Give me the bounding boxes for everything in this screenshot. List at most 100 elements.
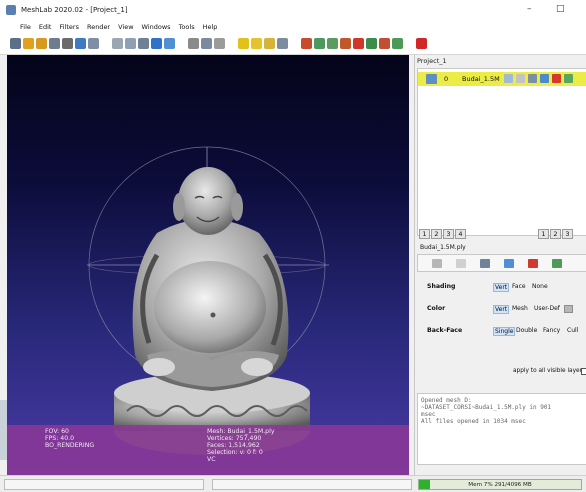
color-mesh-button[interactable]: Mesh xyxy=(512,305,528,312)
memory-meter: Mem 7% 291/4096 MB xyxy=(418,479,582,490)
layer-flat-icon[interactable] xyxy=(528,74,537,83)
decorator-tabs-right: 1 2 3 xyxy=(538,229,574,239)
edit-tool-5-icon[interactable] xyxy=(353,38,364,49)
bbox-icon[interactable] xyxy=(88,38,99,49)
tab-4[interactable]: 4 xyxy=(455,229,466,239)
layer-points-icon[interactable] xyxy=(504,74,513,83)
window-title: MeshLab 2020.02 - [Project_1] xyxy=(21,6,128,14)
flat-lines-icon[interactable] xyxy=(138,38,149,49)
menu-bar: File Edit Filters Render View Windows To… xyxy=(0,20,586,33)
wire-mode-icon[interactable] xyxy=(480,259,490,268)
3d-viewport[interactable]: FOV: 60 FPS: 40.0 BO_RENDERING Mesh: Bud… xyxy=(7,55,409,475)
texture-mode-icon[interactable] xyxy=(528,259,538,268)
apply-all-label: apply to all visible layers xyxy=(513,368,586,374)
smooth-icon[interactable] xyxy=(164,38,175,49)
menu-edit[interactable]: Edit xyxy=(39,23,52,31)
backface-double-button[interactable]: Double xyxy=(516,327,537,334)
tab-right-1[interactable]: 1 xyxy=(538,229,549,239)
lighting-icon[interactable] xyxy=(188,38,199,49)
flat-icon[interactable] xyxy=(151,38,162,49)
shading-label: Shading xyxy=(427,283,456,290)
snapshot-icon[interactable] xyxy=(75,38,86,49)
wireframe-icon[interactable] xyxy=(125,38,136,49)
menu-view[interactable]: View xyxy=(118,23,133,31)
shading-face-button[interactable]: Face xyxy=(512,283,526,290)
info-overlay: FOV: 60 FPS: 40.0 BO_RENDERING Mesh: Bud… xyxy=(7,425,409,475)
render-mode-readout: BO_RENDERING xyxy=(45,442,95,449)
meshlab-window: MeshLab 2020.02 - [Project_1] – □ File E… xyxy=(0,0,586,492)
bbox-mode-icon[interactable] xyxy=(432,259,442,268)
fill-mode-icon[interactable] xyxy=(504,259,514,268)
layer-list: 0 Budai_1.5M xyxy=(417,68,586,236)
edit-tool-7-icon[interactable] xyxy=(379,38,390,49)
tab-right-2[interactable]: 2 xyxy=(550,229,561,239)
status-message-area xyxy=(4,479,204,490)
reload-icon[interactable] xyxy=(49,38,60,49)
menu-tools[interactable]: Tools xyxy=(179,23,195,31)
shading-none-button[interactable]: None xyxy=(532,283,548,290)
statue-head xyxy=(178,167,238,235)
tab-1[interactable]: 1 xyxy=(419,229,430,239)
menu-help[interactable]: Help xyxy=(203,23,218,31)
color-vert-button[interactable]: Vert xyxy=(493,305,510,314)
background-strip xyxy=(0,400,7,460)
shading-vert-button[interactable]: Vert xyxy=(493,283,510,292)
user-color-swatch[interactable] xyxy=(564,305,573,313)
title-bar: MeshLab 2020.02 - [Project_1] – □ xyxy=(0,0,586,20)
select-icon[interactable] xyxy=(277,38,288,49)
open-icon[interactable] xyxy=(23,38,34,49)
color-mode-icon[interactable] xyxy=(552,259,562,268)
status-bar: Mem 7% 291/4096 MB xyxy=(0,475,586,492)
tab-right-3[interactable]: 3 xyxy=(562,229,573,239)
project-title: Project_1 xyxy=(417,57,447,65)
new-project-icon[interactable] xyxy=(10,38,21,49)
color-userdef-button[interactable]: User-Def xyxy=(534,305,560,312)
menu-filters[interactable]: Filters xyxy=(59,23,78,31)
memory-text: Mem 7% 291/4096 MB xyxy=(468,482,532,488)
paint-icon[interactable] xyxy=(264,38,275,49)
layer-wire-icon[interactable] xyxy=(516,74,525,83)
measure-icon[interactable] xyxy=(251,38,262,49)
points-mode-icon[interactable] xyxy=(456,259,466,268)
color-icon[interactable] xyxy=(214,38,225,49)
backface-cull-button[interactable]: Cull xyxy=(567,327,578,334)
backface-label: Back-Face xyxy=(427,327,463,334)
menu-file[interactable]: File xyxy=(20,23,31,31)
edit-tool-3-icon[interactable] xyxy=(327,38,338,49)
layer-name: Budai_1.5M xyxy=(462,75,500,83)
backface-icon[interactable] xyxy=(201,38,212,49)
color-label: Color xyxy=(427,305,446,312)
statue-right-foot xyxy=(241,358,273,376)
layer-color-icon[interactable] xyxy=(564,74,573,83)
tab-2[interactable]: 2 xyxy=(431,229,442,239)
visibility-eye-icon[interactable] xyxy=(426,74,437,84)
apply-all-checkbox[interactable] xyxy=(581,368,586,375)
export-icon[interactable] xyxy=(62,38,73,49)
layer-index: 0 xyxy=(444,75,449,83)
maximize-button[interactable]: □ xyxy=(556,4,565,14)
import-mesh-icon[interactable] xyxy=(36,38,47,49)
statue-left-foot xyxy=(143,358,175,376)
layer-row[interactable]: 0 Budai_1.5M xyxy=(418,72,586,86)
menu-windows[interactable]: Windows xyxy=(142,23,171,31)
statue-navel xyxy=(210,312,216,318)
log-line: msec xyxy=(421,411,436,418)
statue-right-ear xyxy=(231,193,243,221)
edit-tool-8-icon[interactable] xyxy=(392,38,403,49)
menu-render[interactable]: Render xyxy=(87,23,110,31)
backface-fancy-button[interactable]: Fancy xyxy=(543,327,560,334)
info-icon[interactable] xyxy=(238,38,249,49)
edit-tool-1-icon[interactable] xyxy=(301,38,312,49)
minimize-button[interactable]: – xyxy=(527,4,532,14)
edit-tool-4-icon[interactable] xyxy=(340,38,351,49)
edit-tool-6-icon[interactable] xyxy=(366,38,377,49)
layer-smooth-icon[interactable] xyxy=(540,74,549,83)
points-icon[interactable] xyxy=(112,38,123,49)
tab-3[interactable]: 3 xyxy=(443,229,454,239)
edit-tool-2-icon[interactable] xyxy=(314,38,325,49)
log-window[interactable]: Opened mesh D: ~DATASET_CORSI~Budai_1.5M… xyxy=(417,393,586,465)
backface-single-button[interactable]: Single xyxy=(493,327,516,336)
main-toolbar xyxy=(0,33,586,55)
layer-texture-icon[interactable] xyxy=(552,74,561,83)
delete-icon[interactable] xyxy=(416,38,427,49)
